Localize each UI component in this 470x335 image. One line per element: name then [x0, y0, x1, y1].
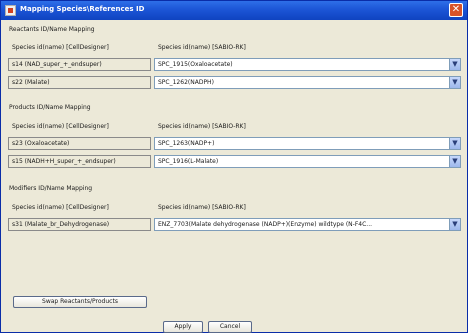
close-button[interactable]: ✕	[449, 3, 463, 17]
window-title: Mapping Species\References ID	[20, 5, 145, 13]
cancel-button[interactable]: Cancel	[208, 321, 252, 333]
chevron-down-icon[interactable]: ▼	[449, 59, 460, 70]
reactants-right-header: Species id(name) [SABIO-RK]	[158, 44, 246, 51]
product-2-id-field: s15 (NADH+H_super_+_endsuper)	[8, 155, 151, 168]
products-right-header: Species id(name) [SABIO-RK]	[158, 123, 246, 130]
product-1-id-field: s23 (Oxaloacetate)	[8, 137, 151, 150]
apply-button[interactable]: Apply	[163, 321, 203, 333]
reactants-section-label: Reactants ID/Name Mapping	[9, 26, 95, 33]
title-bar[interactable]: Mapping Species\References ID ✕	[1, 1, 467, 20]
product-1-species-select[interactable]: SPC_1263(NADP+) ▼	[154, 137, 461, 150]
chevron-down-icon[interactable]: ▼	[449, 77, 460, 88]
reactant-2-species-value: SPC_1262(NADPH)	[158, 79, 214, 86]
modifier-1-id-field: s31 (Malate_br_Dehydrogenase)	[8, 218, 151, 231]
reactant-1-species-value: SPC_1915(Oxaloacetate)	[158, 61, 233, 68]
reactants-left-header: Species id(name) [CellDesigner]	[12, 44, 109, 51]
app-icon	[5, 5, 16, 16]
modifier-1-species-select[interactable]: ENZ_7703(Malate dehydrogenase (NADP+)(En…	[154, 218, 461, 231]
modifiers-section-label: Modifiers ID/Name Mapping	[9, 185, 93, 192]
product-2-species-value: SPC_1916(L-Malate)	[158, 158, 219, 165]
modifier-1-species-value: ENZ_7703(Malate dehydrogenase (NADP+)(En…	[158, 221, 373, 228]
mapping-dialog: Mapping Species\References ID ✕ Reactant…	[0, 0, 468, 333]
product-2-species-select[interactable]: SPC_1916(L-Malate) ▼	[154, 155, 461, 168]
reactant-2-species-select[interactable]: SPC_1262(NADPH) ▼	[154, 76, 461, 89]
reactant-1-species-select[interactable]: SPC_1915(Oxaloacetate) ▼	[154, 58, 461, 71]
products-left-header: Species id(name) [CellDesigner]	[12, 123, 109, 130]
reactant-2-id-field: s22 (Malate)	[8, 76, 151, 89]
product-1-species-value: SPC_1263(NADP+)	[158, 140, 215, 147]
swap-reactants-products-button[interactable]: Swap Reactants/Products	[13, 296, 147, 308]
chevron-down-icon[interactable]: ▼	[449, 219, 460, 230]
modifiers-right-header: Species id(name) [SABIO-RK]	[158, 204, 246, 211]
chevron-down-icon[interactable]: ▼	[449, 156, 460, 167]
chevron-down-icon[interactable]: ▼	[449, 138, 460, 149]
reactant-1-id-field: s14 (NAD_super_+_endsuper)	[8, 58, 151, 71]
modifiers-left-header: Species id(name) [CellDesigner]	[12, 204, 109, 211]
products-section-label: Products ID/Name Mapping	[9, 104, 91, 111]
